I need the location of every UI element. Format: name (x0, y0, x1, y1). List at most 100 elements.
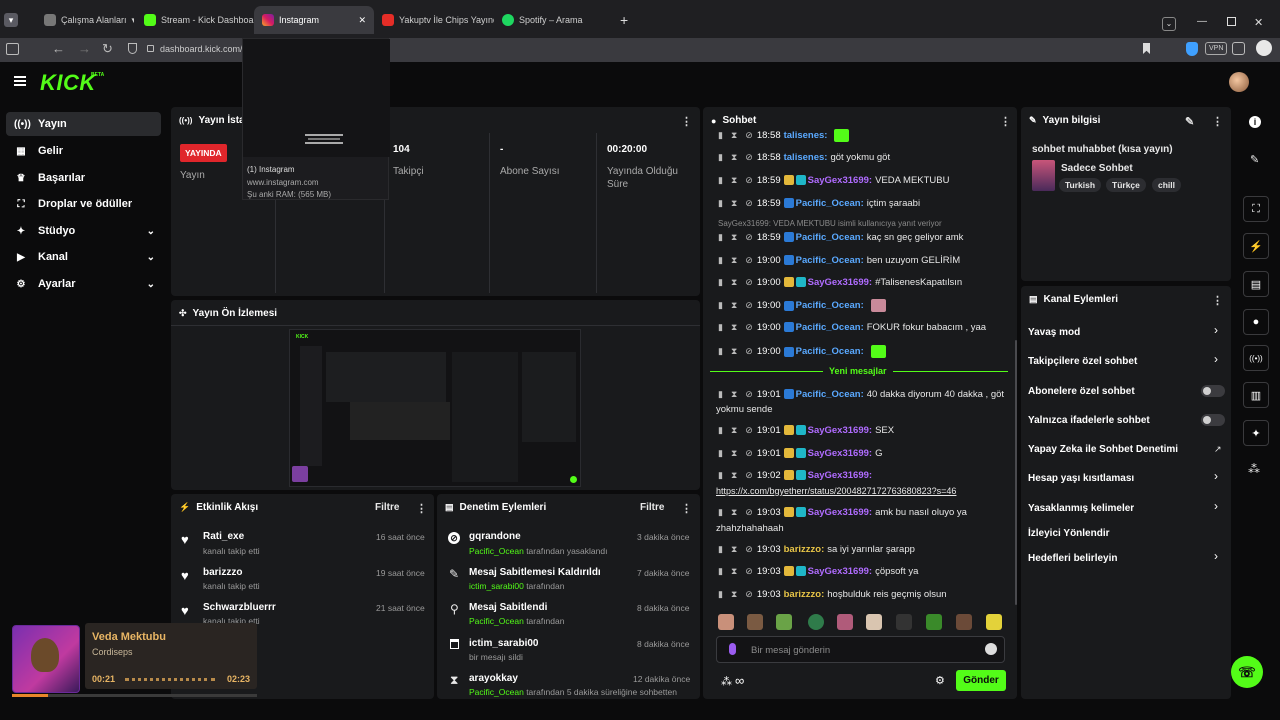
chevron-right-icon[interactable]: › (1214, 499, 1218, 513)
chevron-right-icon[interactable]: › (1214, 549, 1218, 563)
emoji-icon[interactable] (985, 643, 997, 655)
chat-scrollbar[interactable] (1015, 340, 1017, 605)
microphone-icon[interactable] (729, 643, 736, 655)
set-goals-row[interactable]: Hedefleri belirleyin (1028, 553, 1117, 564)
lightning-icon[interactable]: ⚡ (1243, 233, 1269, 259)
more-options-icon[interactable]: ⋮ (1000, 115, 1011, 128)
emote[interactable] (986, 614, 1002, 630)
chat-username[interactable]: Pacific_Ocean: (796, 232, 864, 243)
chevron-right-icon[interactable]: › (1214, 352, 1218, 366)
nav-item-yayin[interactable]: ((•)) Yayın (6, 112, 161, 136)
timeout-icon[interactable]: ⧗ (731, 152, 737, 162)
ban-icon[interactable]: ⊘ (745, 300, 753, 310)
pin-icon[interactable]: ▮ (718, 232, 723, 242)
timeout-icon[interactable]: ⧗ (731, 255, 737, 265)
kick-logo[interactable]: KICK (40, 70, 96, 96)
minimize-icon[interactable]: — (1197, 16, 1207, 27)
activity-user[interactable]: Schwarzbluerrr (203, 602, 276, 613)
chat-username[interactable]: Pacific_Ocean: (796, 389, 864, 400)
ai-moderation-row[interactable]: Yapay Zeka ile Sohbet Denetimi (1028, 444, 1178, 455)
capture-icon[interactable]: ⛶ (1243, 196, 1269, 222)
chat-username[interactable]: barizzzo: (784, 544, 825, 555)
nav-item-droplar[interactable]: ⛶ Droplar ve ödüller (6, 192, 161, 216)
subscribers-only-row[interactable]: Abonelere özel sohbet (1028, 386, 1135, 397)
chat-username[interactable]: SayGex31699: (808, 425, 872, 436)
ban-icon[interactable]: ⊘ (745, 346, 753, 356)
close-tab-icon[interactable]: ✕ (358, 15, 366, 26)
more-options-icon[interactable]: ⋮ (1212, 294, 1223, 307)
ban-icon[interactable]: ⊘ (745, 507, 753, 517)
nav-item-ayarlar[interactable]: ⚙ Ayarlar ⌄ (6, 272, 161, 296)
tab-spotify[interactable]: Spotify – Arama (494, 6, 612, 34)
emote[interactable] (896, 614, 912, 630)
pin-icon[interactable]: ▮ (718, 175, 723, 185)
tag-chip[interactable]: Turkish (1059, 178, 1102, 192)
ban-icon[interactable]: ⊘ (745, 470, 753, 480)
edit-icon[interactable]: ✎ (1185, 115, 1194, 128)
timeout-icon[interactable]: ⧗ (731, 175, 737, 185)
activity-user[interactable]: barizzzo (203, 567, 242, 578)
more-options-icon[interactable]: ⋮ (681, 115, 692, 128)
emote-only-row[interactable]: Yalnızca ifadelerle sohbet (1028, 415, 1150, 426)
back-icon[interactable]: ← (52, 41, 65, 56)
ban-icon[interactable]: ⊘ (745, 389, 753, 399)
chat-link[interactable]: https://x.com/bgyetherr/status/200482717… (716, 486, 956, 496)
emote[interactable] (747, 614, 763, 630)
new-tab-icon[interactable]: + (620, 13, 628, 27)
forward-icon[interactable]: → (78, 41, 91, 56)
ban-icon[interactable]: ⊘ (745, 198, 753, 208)
pin-icon[interactable]: ▮ (718, 589, 723, 599)
pin-icon[interactable]: ▮ (718, 448, 723, 458)
ban-icon[interactable]: ⊘ (745, 152, 753, 162)
pin-icon[interactable]: ▮ (718, 544, 723, 554)
ban-icon[interactable]: ⊘ (745, 448, 753, 458)
maximize-icon[interactable] (1227, 17, 1236, 26)
sidebar-toggle-icon[interactable] (6, 43, 19, 55)
more-options-icon[interactable]: ⋮ (416, 502, 427, 515)
timeout-icon[interactable]: ⧗ (731, 389, 737, 399)
tag-chip[interactable]: chill (1152, 178, 1182, 192)
category-thumbnail[interactable] (1032, 160, 1055, 191)
more-options-icon[interactable]: ⋮ (1212, 115, 1223, 128)
chat-username[interactable]: SayGex31699: (808, 470, 872, 481)
ban-icon[interactable]: ⊘ (745, 322, 753, 332)
emote[interactable] (866, 614, 882, 630)
emote[interactable] (808, 614, 824, 630)
address-field[interactable]: dashboard.kick.com/s (160, 44, 247, 54)
timeout-icon[interactable]: ⧗ (731, 544, 737, 554)
timeout-icon[interactable]: ⧗ (731, 566, 737, 576)
pin-icon[interactable]: ▮ (718, 389, 723, 399)
timeout-icon[interactable]: ⧗ (731, 300, 737, 310)
close-window-icon[interactable]: ✕ (1254, 16, 1263, 29)
emote[interactable] (956, 614, 972, 630)
pin-icon[interactable]: ▮ (718, 277, 723, 287)
tab-workspaces[interactable]: Çalışma Alanları ▾ (36, 6, 134, 34)
hamburger-menu-icon[interactable] (14, 76, 26, 86)
timeout-icon[interactable]: ⧗ (731, 277, 737, 287)
pin-icon[interactable]: ▮ (718, 425, 723, 435)
wrench-icon[interactable]: ✦ (1243, 420, 1269, 446)
timeout-icon[interactable]: ⧗ (731, 232, 737, 242)
emote[interactable] (926, 614, 942, 630)
ban-icon[interactable]: ⊘ (745, 130, 753, 140)
pin-icon[interactable]: ▮ (718, 322, 723, 332)
timeout-icon[interactable]: ⧗ (731, 589, 737, 599)
chevron-down-icon[interactable]: ⌄ (147, 279, 155, 290)
browser-menu-icon[interactable]: ▾ (4, 13, 18, 27)
tab-search-icon[interactable]: ⌄ (1162, 17, 1176, 31)
emote[interactable] (776, 614, 792, 630)
pin-icon[interactable]: ▮ (718, 198, 723, 208)
timeout-icon[interactable]: ⧗ (731, 198, 737, 208)
emote[interactable] (870, 345, 886, 358)
pin-icon[interactable]: ▮ (718, 346, 723, 356)
chat-username[interactable]: SayGex31699: (808, 448, 872, 459)
pin-icon[interactable]: ▮ (718, 255, 723, 265)
user-avatar[interactable] (1229, 72, 1249, 92)
nav-item-gelir[interactable]: ▦ Gelir (6, 139, 161, 163)
support-button[interactable]: ☏ (1231, 656, 1263, 688)
reload-icon[interactable]: ↻ (102, 41, 113, 57)
chat-username[interactable]: Pacific_Ocean: (796, 346, 864, 357)
layout-icon[interactable]: ▥ (1243, 382, 1269, 408)
chat-username[interactable]: SayGex31699: (808, 175, 872, 186)
send-button[interactable]: Gönder (956, 670, 1006, 691)
